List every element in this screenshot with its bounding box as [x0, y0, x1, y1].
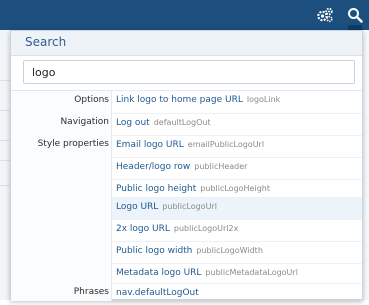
result-key: emailPublicLogoUrl	[187, 140, 265, 149]
result-title: Public logo height	[116, 184, 197, 194]
gears-icon[interactable]	[315, 5, 335, 25]
search-panel: Search Options Navigation Style properti…	[10, 30, 363, 301]
result-item[interactable]: Email logo URL emailPublicLogoUrl	[112, 135, 362, 157]
background-content	[363, 30, 369, 300]
result-key: publicLogoWidth	[196, 246, 263, 255]
result-item[interactable]: Header/logo row publicHeader	[112, 157, 362, 179]
result-item[interactable]: Public logo width publicLogoWidth	[112, 241, 362, 263]
result-item[interactable]: Metadata logo URL publicMetadataLogoUrl	[112, 263, 362, 285]
result-item[interactable]: Log out defaultLogOut	[112, 113, 362, 135]
search-field[interactable]	[23, 60, 355, 84]
result-title: Email logo URL	[116, 140, 184, 150]
result-title: Public logo width	[116, 246, 193, 256]
top-bar	[0, 0, 369, 30]
result-title: 2x logo URL	[116, 224, 170, 234]
result-key: publicMetadataLogoUrl	[205, 268, 298, 277]
group-label-style-properties: Style properties	[37, 139, 109, 149]
result-item[interactable]: Link logo to home page URL logoLink	[112, 91, 362, 113]
search-icon[interactable]	[345, 5, 365, 30]
result-key: publicLogoHeight	[200, 184, 270, 193]
result-key: logoLink	[246, 95, 281, 104]
result-title: Link logo to home page URL	[116, 95, 243, 105]
result-title: Log out	[116, 118, 150, 128]
group-label-navigation: Navigation	[60, 117, 109, 127]
result-item[interactable]: 2x logo URL publicLogoUrl2x	[112, 219, 362, 241]
result-key: publicLogoUrl2x	[173, 224, 239, 233]
result-key: defaultLogOut	[153, 118, 211, 127]
result-item[interactable]: nav.defaultLogOut	[112, 283, 362, 305]
background-sidebar	[0, 30, 10, 300]
result-key: publicLogoUrl	[162, 202, 217, 211]
search-input[interactable]	[24, 61, 354, 83]
result-key: publicHeader	[194, 162, 248, 171]
result-title: Logo URL	[116, 202, 159, 212]
group-label-options: Options	[74, 95, 109, 105]
result-title: nav.defaultLogOut	[116, 288, 199, 298]
group-label-phrases: Phrases	[73, 287, 109, 297]
result-item-highlighted[interactable]: Logo URL publicLogoUrl	[112, 197, 362, 219]
result-title: Metadata logo URL	[116, 268, 202, 278]
result-title: Header/logo row	[116, 162, 191, 172]
search-panel-title: Search	[25, 35, 67, 49]
search-panel-header: Search	[11, 31, 362, 56]
